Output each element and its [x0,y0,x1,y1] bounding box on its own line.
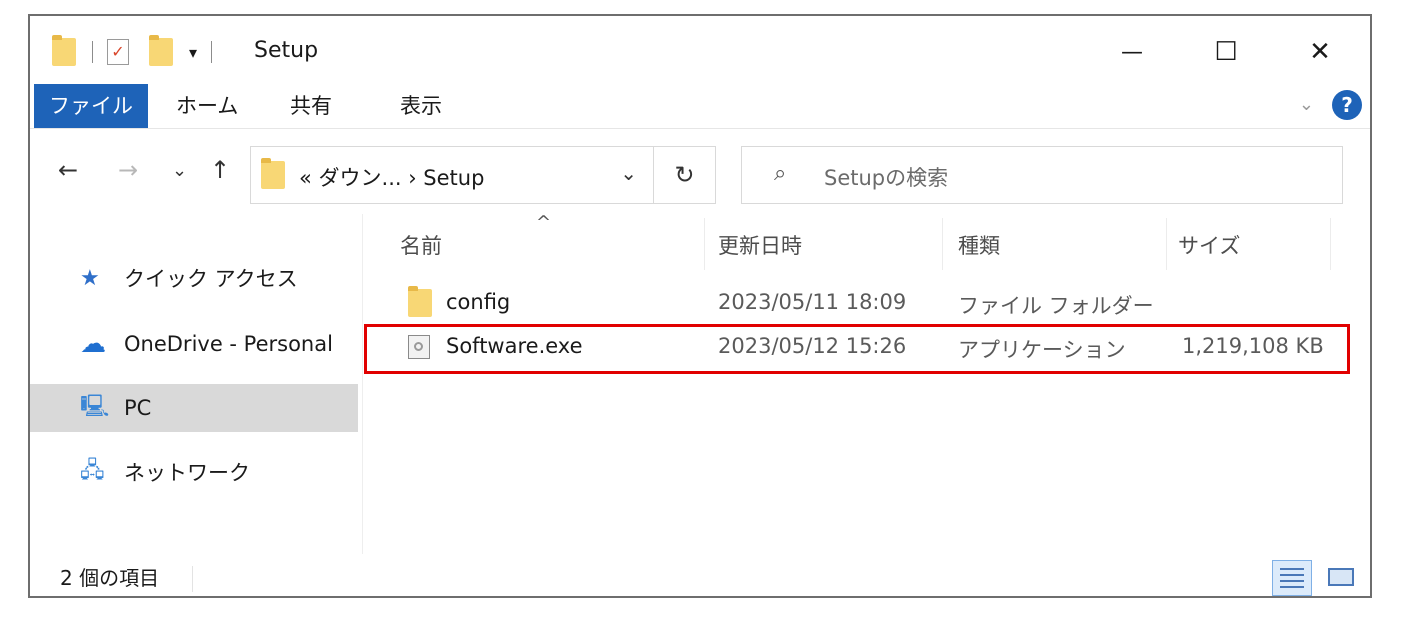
help-icon[interactable]: ? [1332,90,1362,120]
file-list: ^ 名前 更新日時 種類 サイズ config 2023/05/11 18:09… [364,212,1364,572]
search-input[interactable]: Setupの検索 [824,162,948,192]
ribbon-divider [30,128,1370,129]
nav-item-label: ネットワーク [124,461,250,485]
search-icon: ⌕ [774,161,787,186]
details-view-button[interactable] [1272,560,1312,596]
close-button[interactable]: ✕ [1292,30,1348,74]
toolbar-separator [211,41,213,63]
item-count: 2 個の項目 [60,566,160,590]
back-arrow-icon[interactable]: ← [58,156,78,184]
computer-icon: 🖳 [80,394,110,419]
explorer-window: ✓ ▾ Setup — ☐ ✕ ファイル ホーム 共有 表示 ⌄ ? ← → ⌄… [28,14,1372,598]
status-bar: 2 個の項目 [30,556,1370,600]
address-dropdown-chevron-icon[interactable]: ⌄ [620,161,637,185]
cloud-icon: ☁ [80,329,106,359]
file-modified: 2023/05/11 18:09 [718,290,907,314]
file-type: ファイル フォルダー [958,294,1154,318]
column-header-type[interactable]: 種類 [958,230,1000,260]
up-arrow-icon[interactable]: ↑ [210,156,230,184]
column-divider[interactable] [942,218,943,270]
tab-file[interactable]: ファイル [34,84,148,128]
column-divider[interactable] [1166,218,1167,270]
large-icons-view-icon [1328,568,1354,586]
customize-dropdown-icon[interactable]: ▾ [189,43,197,62]
nav-item-label: クイック アクセス [124,267,298,291]
folder-icon [261,158,285,189]
address-path[interactable]: « ダウン... › Setup [299,162,484,192]
column-divider[interactable] [1330,218,1331,270]
search-box[interactable]: ⌕ Setupの検索 [741,146,1343,204]
refresh-button[interactable]: ↻ [654,146,716,204]
large-icons-view-button[interactable] [1322,560,1362,596]
column-header-modified[interactable]: 更新日時 [718,230,802,260]
ribbon: ファイル ホーム 共有 表示 ⌄ ? [30,84,1370,128]
nav-item-label: OneDrive - Personal [124,332,333,356]
column-header-name[interactable]: 名前 [400,230,442,260]
column-divider[interactable] [704,218,705,270]
tab-home[interactable]: ホーム [176,84,238,128]
forward-arrow-icon[interactable]: → [118,156,138,184]
recent-locations-chevron-icon[interactable]: ⌄ [172,160,187,181]
nav-item-pc[interactable]: 🖳 PC [30,384,358,432]
highlight-box [364,324,1350,374]
table-row[interactable]: config 2023/05/11 18:09 ファイル フォルダー [364,282,1354,326]
ribbon-expand-chevron-icon[interactable]: ⌄ [1299,94,1314,115]
title-bar: ✓ ▾ Setup — ☐ ✕ [30,16,1370,84]
folder-icon[interactable] [52,35,76,66]
status-separator [192,566,193,592]
nav-item-onedrive[interactable]: ☁ OneDrive - Personal [30,320,358,368]
details-view-icon [1280,568,1304,588]
nav-item-network[interactable]: 🖧 ネットワーク [30,448,358,496]
star-icon: ★ [80,265,100,291]
nav-item-label: PC [124,396,152,420]
toolbar-separator [92,41,93,63]
navigation-bar: ← → ⌄ ↑ « ダウン... › Setup ⌄ ↻ ⌕ Setupの検索 [30,138,1370,208]
maximize-button[interactable]: ☐ [1198,30,1254,74]
properties-check-icon[interactable]: ✓ [107,39,129,65]
quick-access-toolbar: ✓ ▾ [52,35,213,68]
sort-ascending-icon: ^ [536,212,552,233]
column-header-size[interactable]: サイズ [1178,230,1240,260]
folder-icon [408,286,432,317]
navigation-pane: ★ クイック アクセス ☁ OneDrive - Personal 🖳 PC 🖧… [30,216,360,556]
tab-share[interactable]: 共有 [290,84,332,128]
nav-item-quick-access[interactable]: ★ クイック アクセス [30,254,358,302]
tab-view[interactable]: 表示 [400,84,442,128]
window-title: Setup [254,38,319,63]
new-folder-icon[interactable] [149,35,173,66]
minimize-button[interactable]: — [1104,30,1160,74]
file-name: config [446,290,511,314]
pane-divider [362,214,363,554]
address-bar[interactable]: « ダウン... › Setup ⌄ [250,146,654,204]
network-icon: 🖧 [80,458,105,483]
